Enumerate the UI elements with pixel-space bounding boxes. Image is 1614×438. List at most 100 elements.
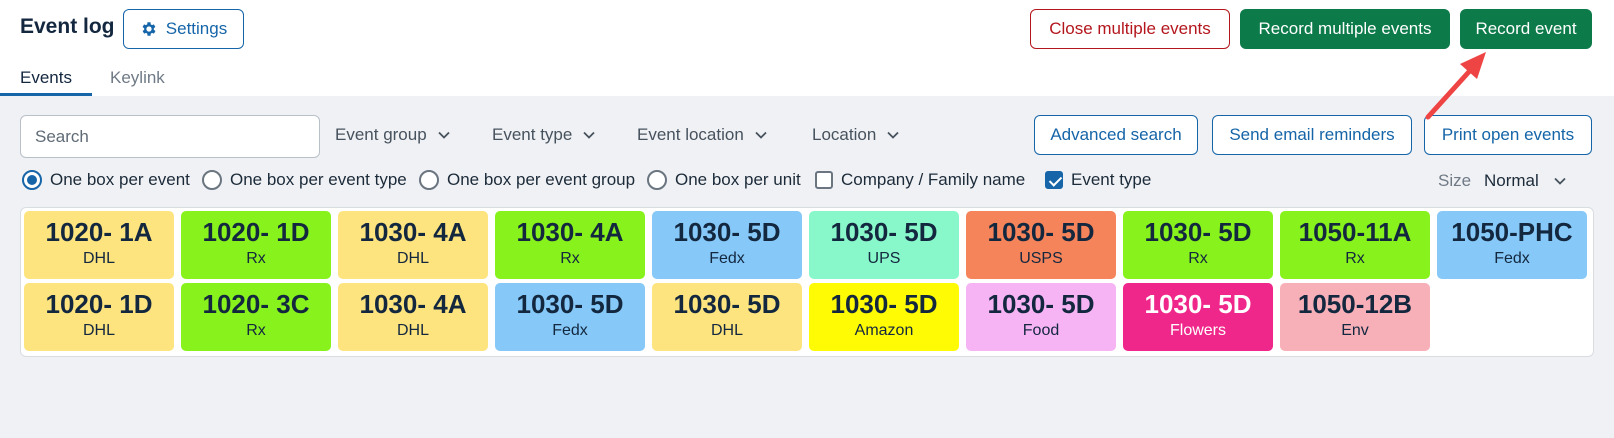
event-box[interactable]: 1030- 5D Rx xyxy=(1123,211,1273,279)
event-box-grid: 1020- 1A DHL 1020- 1D Rx 1030- 4A DHL 1030- 4A… xyxy=(20,207,1594,357)
option-label: One box per event type xyxy=(230,170,407,189)
event-box[interactable]: 1050-11A Rx xyxy=(1280,211,1430,279)
event-type-label: Event type xyxy=(492,125,573,144)
event-box-unit: 1030- 5D xyxy=(1144,217,1252,247)
event-box[interactable]: 1030- 5D DHL xyxy=(652,283,802,351)
event-box-type: Amazon xyxy=(854,322,914,339)
event-box-unit: 1030- 5D xyxy=(830,289,938,319)
option-label: One box per unit xyxy=(675,170,801,189)
search-input[interactable] xyxy=(20,115,320,158)
event-box[interactable]: 1030- 5D Fedx xyxy=(652,211,802,279)
event-box-unit: 1020- 1D xyxy=(45,289,153,319)
event-box-type: UPS xyxy=(867,250,901,267)
event-box-unit: 1030- 5D xyxy=(1144,289,1252,319)
event-box-type: Rx xyxy=(246,322,266,339)
event-type-checkbox[interactable]: Event type xyxy=(1045,170,1151,190)
event-box-type: Rx xyxy=(246,250,266,267)
chevron-down-icon xyxy=(1554,177,1566,185)
chevron-down-icon xyxy=(887,131,899,139)
event-box-unit: 1050-11A xyxy=(1298,217,1412,247)
size-value: Normal xyxy=(1484,171,1539,190)
event-box-unit: 1030- 4A xyxy=(359,217,467,247)
company-family-name-checkbox[interactable]: Company / Family name xyxy=(815,170,1025,190)
one-box-per-event-group-radio[interactable]: One box per event group xyxy=(419,170,635,190)
one-box-per-event-type-radio[interactable]: One box per event type xyxy=(202,170,407,190)
gear-icon xyxy=(142,22,156,36)
event-type-dropdown[interactable]: Event type xyxy=(492,125,596,145)
event-box-type: DHL xyxy=(82,322,115,339)
event-box[interactable]: 1030- 4A DHL xyxy=(338,283,488,351)
event-box[interactable]: 1020- 1A DHL xyxy=(24,211,174,279)
event-box-unit: 1030- 4A xyxy=(516,217,624,247)
event-box-type: Rx xyxy=(1345,250,1365,267)
event-box[interactable]: 1030- 5D USPS xyxy=(966,211,1116,279)
size-label: Size xyxy=(1438,171,1472,190)
checkbox-icon xyxy=(815,171,833,189)
record-multiple-events-button[interactable]: Record multiple events xyxy=(1240,9,1450,49)
chevron-down-icon xyxy=(583,131,595,139)
event-box-unit: 1030- 5D xyxy=(516,289,624,319)
event-box[interactable]: 1030- 5D Food xyxy=(966,283,1116,351)
event-box-unit: 1050-PHC xyxy=(1451,217,1573,247)
event-group-label: Event group xyxy=(335,125,427,144)
radio-selected-icon xyxy=(22,170,42,190)
event-box[interactable]: 1030- 4A DHL xyxy=(338,211,488,279)
tab-events[interactable]: Events xyxy=(0,63,92,96)
event-box[interactable]: 1020- 1D Rx xyxy=(181,211,331,279)
event-box-type: Fedx xyxy=(552,322,588,339)
option-label: Event type xyxy=(1071,170,1152,189)
event-box-unit: 1030- 5D xyxy=(673,217,781,247)
event-box[interactable]: 1050-PHC Fedx xyxy=(1437,211,1587,279)
event-box-type: USPS xyxy=(1019,250,1063,267)
close-multiple-events-button[interactable]: Close multiple events xyxy=(1030,9,1230,49)
event-box-unit: 1030- 5D xyxy=(830,217,938,247)
location-label: Location xyxy=(812,125,877,144)
event-box-unit: 1050-12B xyxy=(1297,289,1413,319)
tab-keylink[interactable]: Keylink xyxy=(110,63,190,96)
event-box[interactable]: 1030- 4A Rx xyxy=(495,211,645,279)
top-bar: Event log Settings Close multiple events… xyxy=(0,0,1614,96)
event-box-type: Fedx xyxy=(709,250,745,267)
event-box-type: Rx xyxy=(560,250,580,267)
event-box-type: Food xyxy=(1022,322,1060,339)
event-box[interactable]: 1020- 1D DHL xyxy=(24,283,174,351)
checkbox-checked-icon xyxy=(1045,171,1063,189)
event-box[interactable]: 1030- 5D Fedx xyxy=(495,283,645,351)
location-dropdown[interactable]: Location xyxy=(812,125,900,145)
event-box-type: DHL xyxy=(396,250,429,267)
settings-button[interactable]: Settings xyxy=(123,9,244,49)
radio-icon xyxy=(202,170,222,190)
event-box-type: Flowers xyxy=(1169,322,1226,339)
event-box-unit: 1030- 5D xyxy=(987,217,1095,247)
event-box[interactable]: 1030- 5D Flowers xyxy=(1123,283,1273,351)
settings-label: Settings xyxy=(165,19,228,38)
event-box-unit: 1030- 5D xyxy=(987,289,1095,319)
event-box[interactable]: 1020- 3C Rx xyxy=(181,283,331,351)
event-group-dropdown[interactable]: Event group xyxy=(335,125,451,145)
option-label: Company / Family name xyxy=(841,170,1026,189)
event-box-unit: 1020- 3C xyxy=(202,289,310,319)
event-box-unit: 1030- 5D xyxy=(673,289,781,319)
option-label: One box per event xyxy=(50,170,190,189)
size-dropdown[interactable]: Normal xyxy=(1484,171,1567,191)
event-location-label: Event location xyxy=(637,125,744,144)
event-box-type: DHL xyxy=(396,322,429,339)
event-box-type: Env xyxy=(1341,322,1369,339)
page-title: Event log xyxy=(20,15,115,38)
event-box[interactable]: 1030- 5D UPS xyxy=(809,211,959,279)
one-box-per-unit-radio[interactable]: One box per unit xyxy=(647,170,801,190)
event-box-type: Rx xyxy=(1188,250,1208,267)
print-open-events-button[interactable]: Print open events xyxy=(1424,115,1592,155)
event-box[interactable]: 1030- 5D Amazon xyxy=(809,283,959,351)
event-box-type: DHL xyxy=(82,250,115,267)
chevron-down-icon xyxy=(755,131,767,139)
radio-icon xyxy=(419,170,439,190)
radio-icon xyxy=(647,170,667,190)
chevron-down-icon xyxy=(438,131,450,139)
event-box[interactable]: 1050-12B Env xyxy=(1280,283,1430,351)
send-email-reminders-button[interactable]: Send email reminders xyxy=(1212,115,1412,155)
advanced-search-button[interactable]: Advanced search xyxy=(1034,115,1198,155)
event-location-dropdown[interactable]: Event location xyxy=(637,125,768,145)
record-event-button[interactable]: Record event xyxy=(1460,9,1592,49)
one-box-per-event-radio[interactable]: One box per event xyxy=(22,170,190,190)
